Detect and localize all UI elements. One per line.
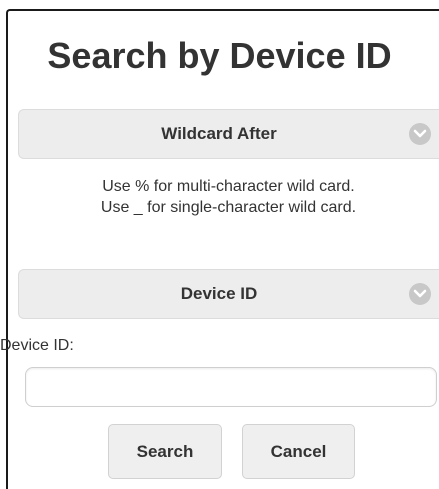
wildcard-hint-single: Use _ for single-character wild card. bbox=[100, 199, 357, 216]
chevron-down-icon bbox=[409, 123, 431, 145]
dialog-frame bbox=[6, 9, 439, 489]
cancel-button[interactable]: Cancel bbox=[242, 424, 355, 479]
chevron-down-icon bbox=[409, 283, 431, 305]
device-id-input[interactable] bbox=[25, 367, 437, 407]
page-title: Search by Device ID bbox=[47, 35, 392, 76]
wildcard-after-label: Wildcard After bbox=[161, 124, 277, 143]
search-button[interactable]: Search bbox=[108, 424, 222, 479]
device-id-collapsible[interactable]: Device ID bbox=[18, 269, 439, 319]
wildcard-after-collapsible[interactable]: Wildcard After bbox=[18, 109, 439, 159]
wildcard-hint-multi: Use % for multi-character wild card. bbox=[102, 178, 355, 195]
device-id-field-label: Device ID: bbox=[0, 337, 74, 354]
device-id-section-label: Device ID bbox=[180, 284, 258, 303]
